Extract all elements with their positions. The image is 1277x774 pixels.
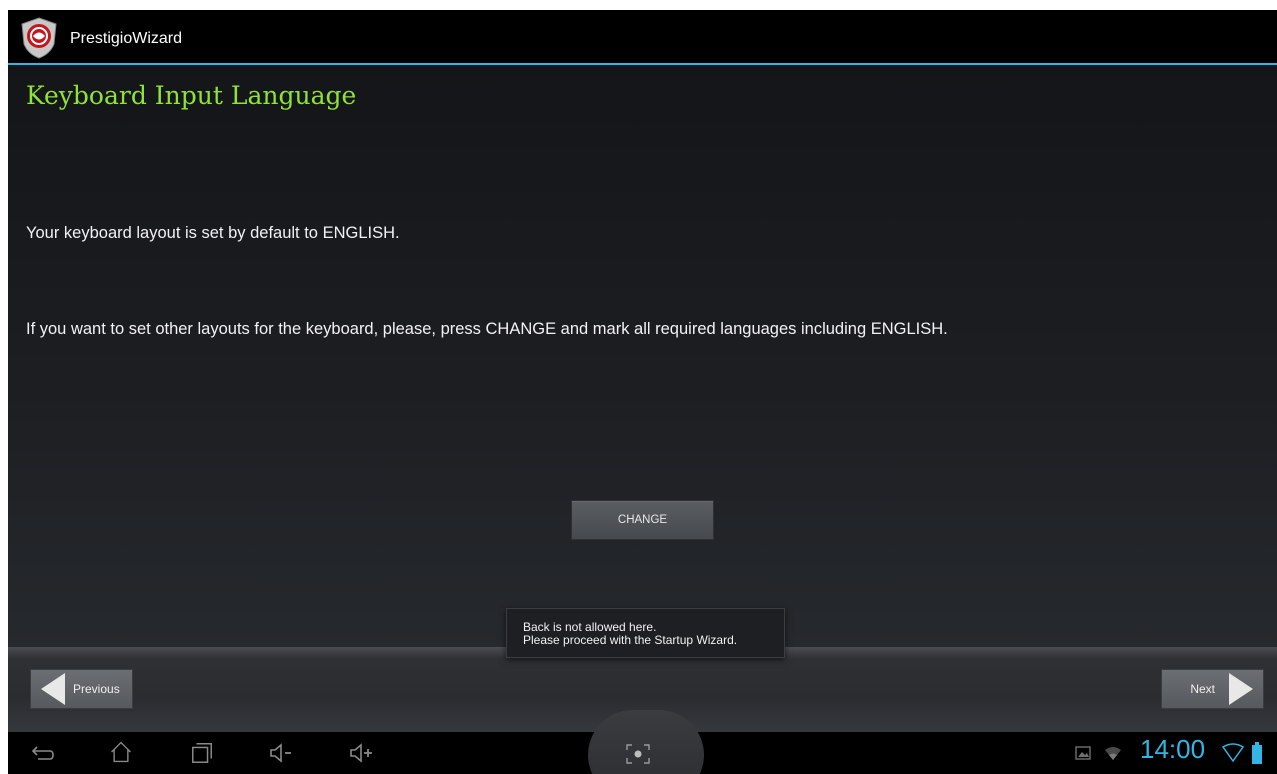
next-button[interactable]: Next xyxy=(1161,669,1264,709)
battery-icon xyxy=(1252,742,1262,764)
gallery-notification-icon[interactable] xyxy=(1074,744,1092,762)
toast-line-2: Please proceed with the Startup Wizard. xyxy=(523,633,738,647)
recent-apps-icon[interactable] xyxy=(188,741,216,765)
next-label: Next xyxy=(1190,682,1215,696)
home-icon[interactable] xyxy=(107,740,135,764)
left-arrow-icon xyxy=(41,673,65,705)
right-arrow-icon xyxy=(1229,673,1253,705)
screenshot-icon[interactable] xyxy=(624,742,652,766)
wizard-content: Keyboard Input Language Your keyboard la… xyxy=(8,65,1277,647)
page-title: Keyboard Input Language xyxy=(26,81,357,110)
volume-down-icon[interactable] xyxy=(268,741,296,765)
prestigio-logo-icon xyxy=(21,17,57,59)
volume-up-icon[interactable] xyxy=(348,741,376,765)
instruction-text: If you want to set other layouts for the… xyxy=(26,320,948,338)
signal-icon xyxy=(1222,743,1244,763)
default-layout-text: Your keyboard layout is set by default t… xyxy=(26,224,400,242)
previous-label: Previous xyxy=(73,682,120,696)
toast-message: Back is not allowed here. Please proceed… xyxy=(506,608,785,658)
previous-button[interactable]: Previous xyxy=(30,669,133,709)
back-icon[interactable] xyxy=(28,742,56,766)
status-clock: 14:00 xyxy=(1140,734,1206,764)
android-screen: PrestigioWizard Keyboard Input Language … xyxy=(8,10,1277,774)
app-title: PrestigioWizard xyxy=(70,30,183,47)
action-bar: PrestigioWizard xyxy=(8,10,1277,65)
wifi-icon xyxy=(1105,747,1121,760)
change-button[interactable]: CHANGE xyxy=(571,500,714,540)
